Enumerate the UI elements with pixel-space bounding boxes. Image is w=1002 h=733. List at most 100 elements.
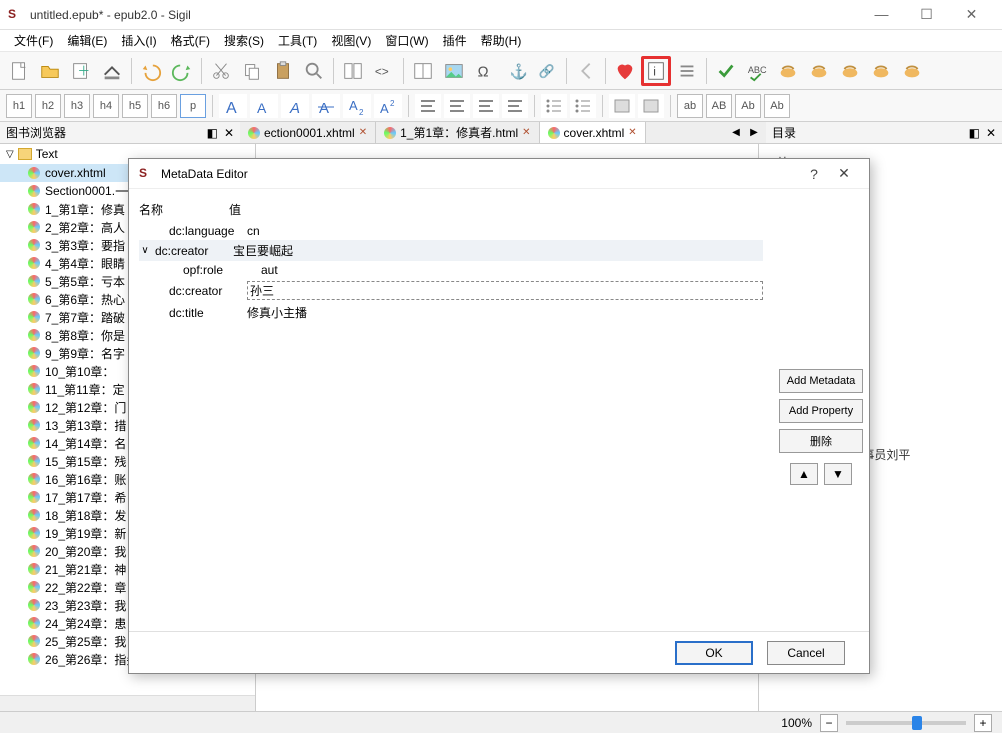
close-button[interactable]: ✕	[949, 0, 994, 29]
menu-6[interactable]: 视图(V)	[325, 30, 377, 51]
ok-button[interactable]: OK	[675, 641, 753, 665]
strike-button[interactable]: A	[312, 94, 340, 118]
plugin-3-button[interactable]	[835, 56, 865, 86]
align-left-button[interactable]	[415, 94, 441, 118]
plugin-1-button[interactable]	[773, 56, 803, 86]
redo-button[interactable]	[167, 56, 197, 86]
heading-p-button[interactable]: p	[180, 94, 206, 118]
add-button[interactable]: ＋	[66, 56, 96, 86]
plugin-4-button[interactable]	[866, 56, 896, 86]
align-justify-button[interactable]	[502, 94, 528, 118]
zoom-out-button[interactable]: −	[820, 714, 838, 732]
metadata-row[interactable]: dc:creator孙三	[139, 279, 763, 302]
new-button[interactable]	[4, 56, 34, 86]
toc-close-icon[interactable]: ✕	[986, 126, 996, 140]
add-metadata-button[interactable]: Add Metadata	[779, 369, 863, 393]
list-bullet-button[interactable]	[541, 94, 567, 118]
save-button[interactable]	[97, 56, 127, 86]
expand-icon[interactable]: ∨	[139, 245, 151, 256]
maximize-button[interactable]: ☐	[904, 0, 949, 29]
tab-next-button[interactable]: ▶	[746, 125, 762, 141]
font-up-button[interactable]: A	[219, 94, 247, 118]
cancel-button[interactable]: Cancel	[767, 641, 845, 665]
copy-button[interactable]	[237, 56, 267, 86]
minimize-button[interactable]: —	[859, 0, 904, 29]
menu-0[interactable]: 文件(F)	[8, 30, 59, 51]
spellcheck-button[interactable]: ABC	[742, 56, 772, 86]
align-center-button[interactable]	[444, 94, 470, 118]
svg-text:A: A	[257, 100, 267, 116]
titlecase-button[interactable]: Ab	[735, 94, 761, 118]
font-down-button[interactable]: A	[250, 94, 278, 118]
menu-2[interactable]: 插入(I)	[115, 30, 162, 51]
lowercase-button[interactable]: ab	[677, 94, 703, 118]
menu-3[interactable]: 格式(F)	[165, 30, 216, 51]
italic-button[interactable]: A	[281, 94, 309, 118]
move-up-button[interactable]: ▲	[790, 463, 818, 485]
heading-h4-button[interactable]: h4	[93, 94, 119, 118]
anchor-button[interactable]: ⚓	[501, 56, 531, 86]
tab-close-icon[interactable]: ✕	[628, 127, 636, 138]
donate-button[interactable]	[610, 56, 640, 86]
metadata-row[interactable]: dc:languagecn	[139, 222, 763, 240]
editor-tab-2[interactable]: cover.xhtml✕	[540, 122, 646, 143]
delete-button[interactable]: 删除	[779, 429, 863, 453]
metadata-button[interactable]: i	[641, 56, 671, 86]
paste-button[interactable]	[268, 56, 298, 86]
panel-float-icon[interactable]: ◧	[207, 126, 218, 140]
file-icon	[28, 329, 40, 341]
zoom-slider[interactable]	[846, 721, 966, 725]
menu-9[interactable]: 帮助(H)	[475, 30, 528, 51]
toc-float-icon[interactable]: ◧	[969, 126, 980, 140]
heading-h2-button[interactable]: h2	[35, 94, 61, 118]
plugin-2-button[interactable]	[804, 56, 834, 86]
menu-5[interactable]: 工具(T)	[272, 30, 323, 51]
tab-close-icon[interactable]: ✕	[359, 127, 367, 138]
validate-button[interactable]	[711, 56, 741, 86]
menu-8[interactable]: 插件	[437, 30, 473, 51]
menu-4[interactable]: 搜索(S)	[218, 30, 270, 51]
move-down-button[interactable]: ▼	[824, 463, 852, 485]
dialog-help-button[interactable]: ?	[799, 166, 829, 182]
align-right-button[interactable]	[473, 94, 499, 118]
tab-close-icon[interactable]: ✕	[522, 127, 530, 138]
book-view-button[interactable]	[338, 56, 368, 86]
uppercase-button[interactable]: AB	[706, 94, 732, 118]
menu-7[interactable]: 窗口(W)	[379, 30, 434, 51]
heading-h3-button[interactable]: h3	[64, 94, 90, 118]
indent-more-button[interactable]	[638, 94, 664, 118]
cut-button[interactable]	[206, 56, 236, 86]
heading-h5-button[interactable]: h5	[122, 94, 148, 118]
special-char-button[interactable]: Ω	[470, 56, 500, 86]
subscript-button[interactable]: A2	[343, 94, 371, 118]
panel-close-icon[interactable]: ✕	[224, 126, 234, 140]
split-button[interactable]	[408, 56, 438, 86]
back-button[interactable]	[571, 56, 601, 86]
metadata-row[interactable]: dc:title修真小主播	[139, 302, 763, 323]
plugin-5-button[interactable]	[897, 56, 927, 86]
add-property-button[interactable]: Add Property	[779, 399, 863, 423]
superscript-button[interactable]: A2	[374, 94, 402, 118]
heading-h6-button[interactable]: h6	[151, 94, 177, 118]
zoom-in-button[interactable]: +	[974, 714, 992, 732]
file-icon	[28, 581, 40, 593]
menu-1[interactable]: 编辑(E)	[61, 30, 113, 51]
find-button[interactable]	[299, 56, 329, 86]
sidebar-scrollbar[interactable]	[0, 695, 255, 711]
list-number-button[interactable]	[570, 94, 596, 118]
image-button[interactable]	[439, 56, 469, 86]
open-button[interactable]	[35, 56, 65, 86]
indent-less-button[interactable]	[609, 94, 635, 118]
metadata-row[interactable]: opf:roleaut	[139, 261, 763, 279]
editor-tab-0[interactable]: ection0001.xhtml✕	[240, 122, 376, 143]
toc-button[interactable]	[672, 56, 702, 86]
dialog-close-button[interactable]: ✕	[829, 165, 859, 182]
link-button[interactable]: 🔗	[532, 56, 562, 86]
undo-button[interactable]	[136, 56, 166, 86]
metadata-row[interactable]: ∨dc:creator宝巨要崛起	[139, 240, 763, 261]
tab-prev-button[interactable]: ◀	[728, 125, 744, 141]
capitalize-button[interactable]: Ab	[764, 94, 790, 118]
heading-h1-button[interactable]: h1	[6, 94, 32, 118]
editor-tab-1[interactable]: 1_第1章：修真者.html✕	[376, 122, 539, 143]
code-view-button[interactable]: <>	[369, 56, 399, 86]
